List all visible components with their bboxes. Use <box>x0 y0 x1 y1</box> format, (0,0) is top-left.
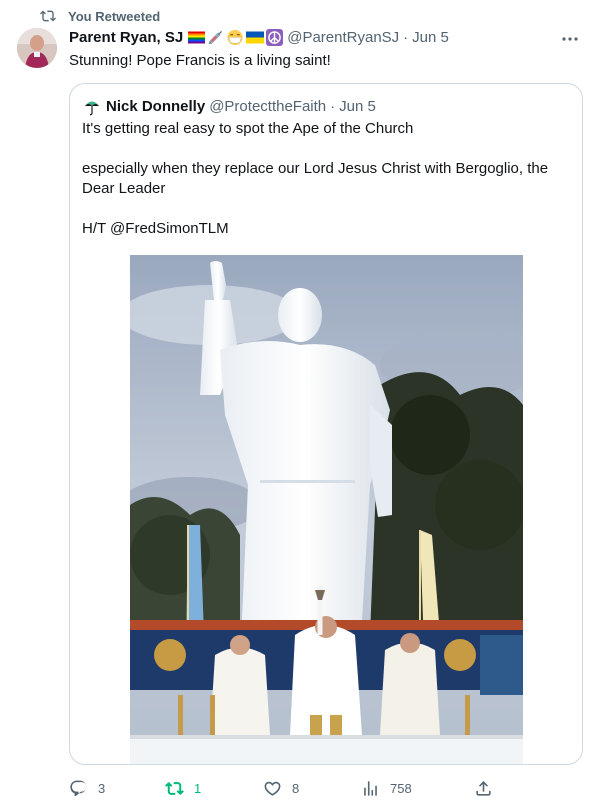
rainbow-flag-icon <box>188 31 206 44</box>
view-count: 758 <box>390 781 412 796</box>
quote-text: It's getting real easy to spot the Ape o… <box>82 119 572 239</box>
views-chart-icon <box>364 781 377 796</box>
author-name[interactable]: Parent Ryan, SJ <box>69 29 183 46</box>
reply-button[interactable]: 3 <box>69 779 105 798</box>
retweet-button[interactable]: 1 <box>165 779 201 798</box>
quote-separator-dot: · <box>330 97 336 115</box>
reply-count: 3 <box>98 781 106 796</box>
quoted-tweet[interactable]: Nick Donnelly @ProtecttheFaith · Jun 5 I… <box>69 83 583 765</box>
quote-date: Jun 5 <box>339 97 376 115</box>
views-button[interactable]: 758 <box>361 779 412 798</box>
retweet-notice: You Retweeted <box>40 8 160 24</box>
quote-header: Nick Donnelly @ProtecttheFaith · Jun 5 <box>82 96 376 116</box>
action-bar: 3 1 8 758 <box>69 779 499 799</box>
ukraine-flag-icon <box>246 31 265 44</box>
peace-symbol-icon <box>266 29 284 46</box>
retweet-count: 1 <box>194 781 202 796</box>
quote-media-image[interactable] <box>130 255 523 764</box>
author-avatar[interactable] <box>17 28 57 68</box>
quote-author-name: Nick Donnelly <box>106 97 206 115</box>
mask-face-icon <box>227 29 243 46</box>
tweet-text: Stunning! Pope Francis is a living saint… <box>69 52 331 69</box>
share-icon <box>476 781 491 796</box>
quote-avatar <box>82 96 102 116</box>
retweet-notice-label: You Retweeted <box>68 8 161 24</box>
name-emojis <box>188 29 284 46</box>
syringe-icon <box>208 30 223 45</box>
tweet-header: Parent Ryan, SJ @ParentRyanSJ · Jun 5 <box>69 29 582 46</box>
quote-line: H/T @FredSimonTLM <box>82 220 229 237</box>
reply-icon <box>70 780 87 797</box>
author-handle[interactable]: @ParentRyanSJ <box>287 29 399 46</box>
like-button[interactable]: 8 <box>263 779 299 798</box>
quote-line: It's getting real easy to spot the Ape o… <box>82 120 414 137</box>
quote-line: especially when they replace our Lord Je… <box>82 160 549 197</box>
share-button[interactable] <box>474 779 503 798</box>
separator-dot: · <box>403 29 409 46</box>
like-count: 8 <box>292 781 300 796</box>
heart-icon <box>264 781 281 796</box>
more-options-icon[interactable] <box>560 32 580 46</box>
tweet-date[interactable]: Jun 5 <box>412 29 449 46</box>
retweet-icon <box>40 10 56 22</box>
quote-author-handle: @ProtecttheFaith <box>209 97 327 115</box>
retweet-icon <box>165 782 184 795</box>
